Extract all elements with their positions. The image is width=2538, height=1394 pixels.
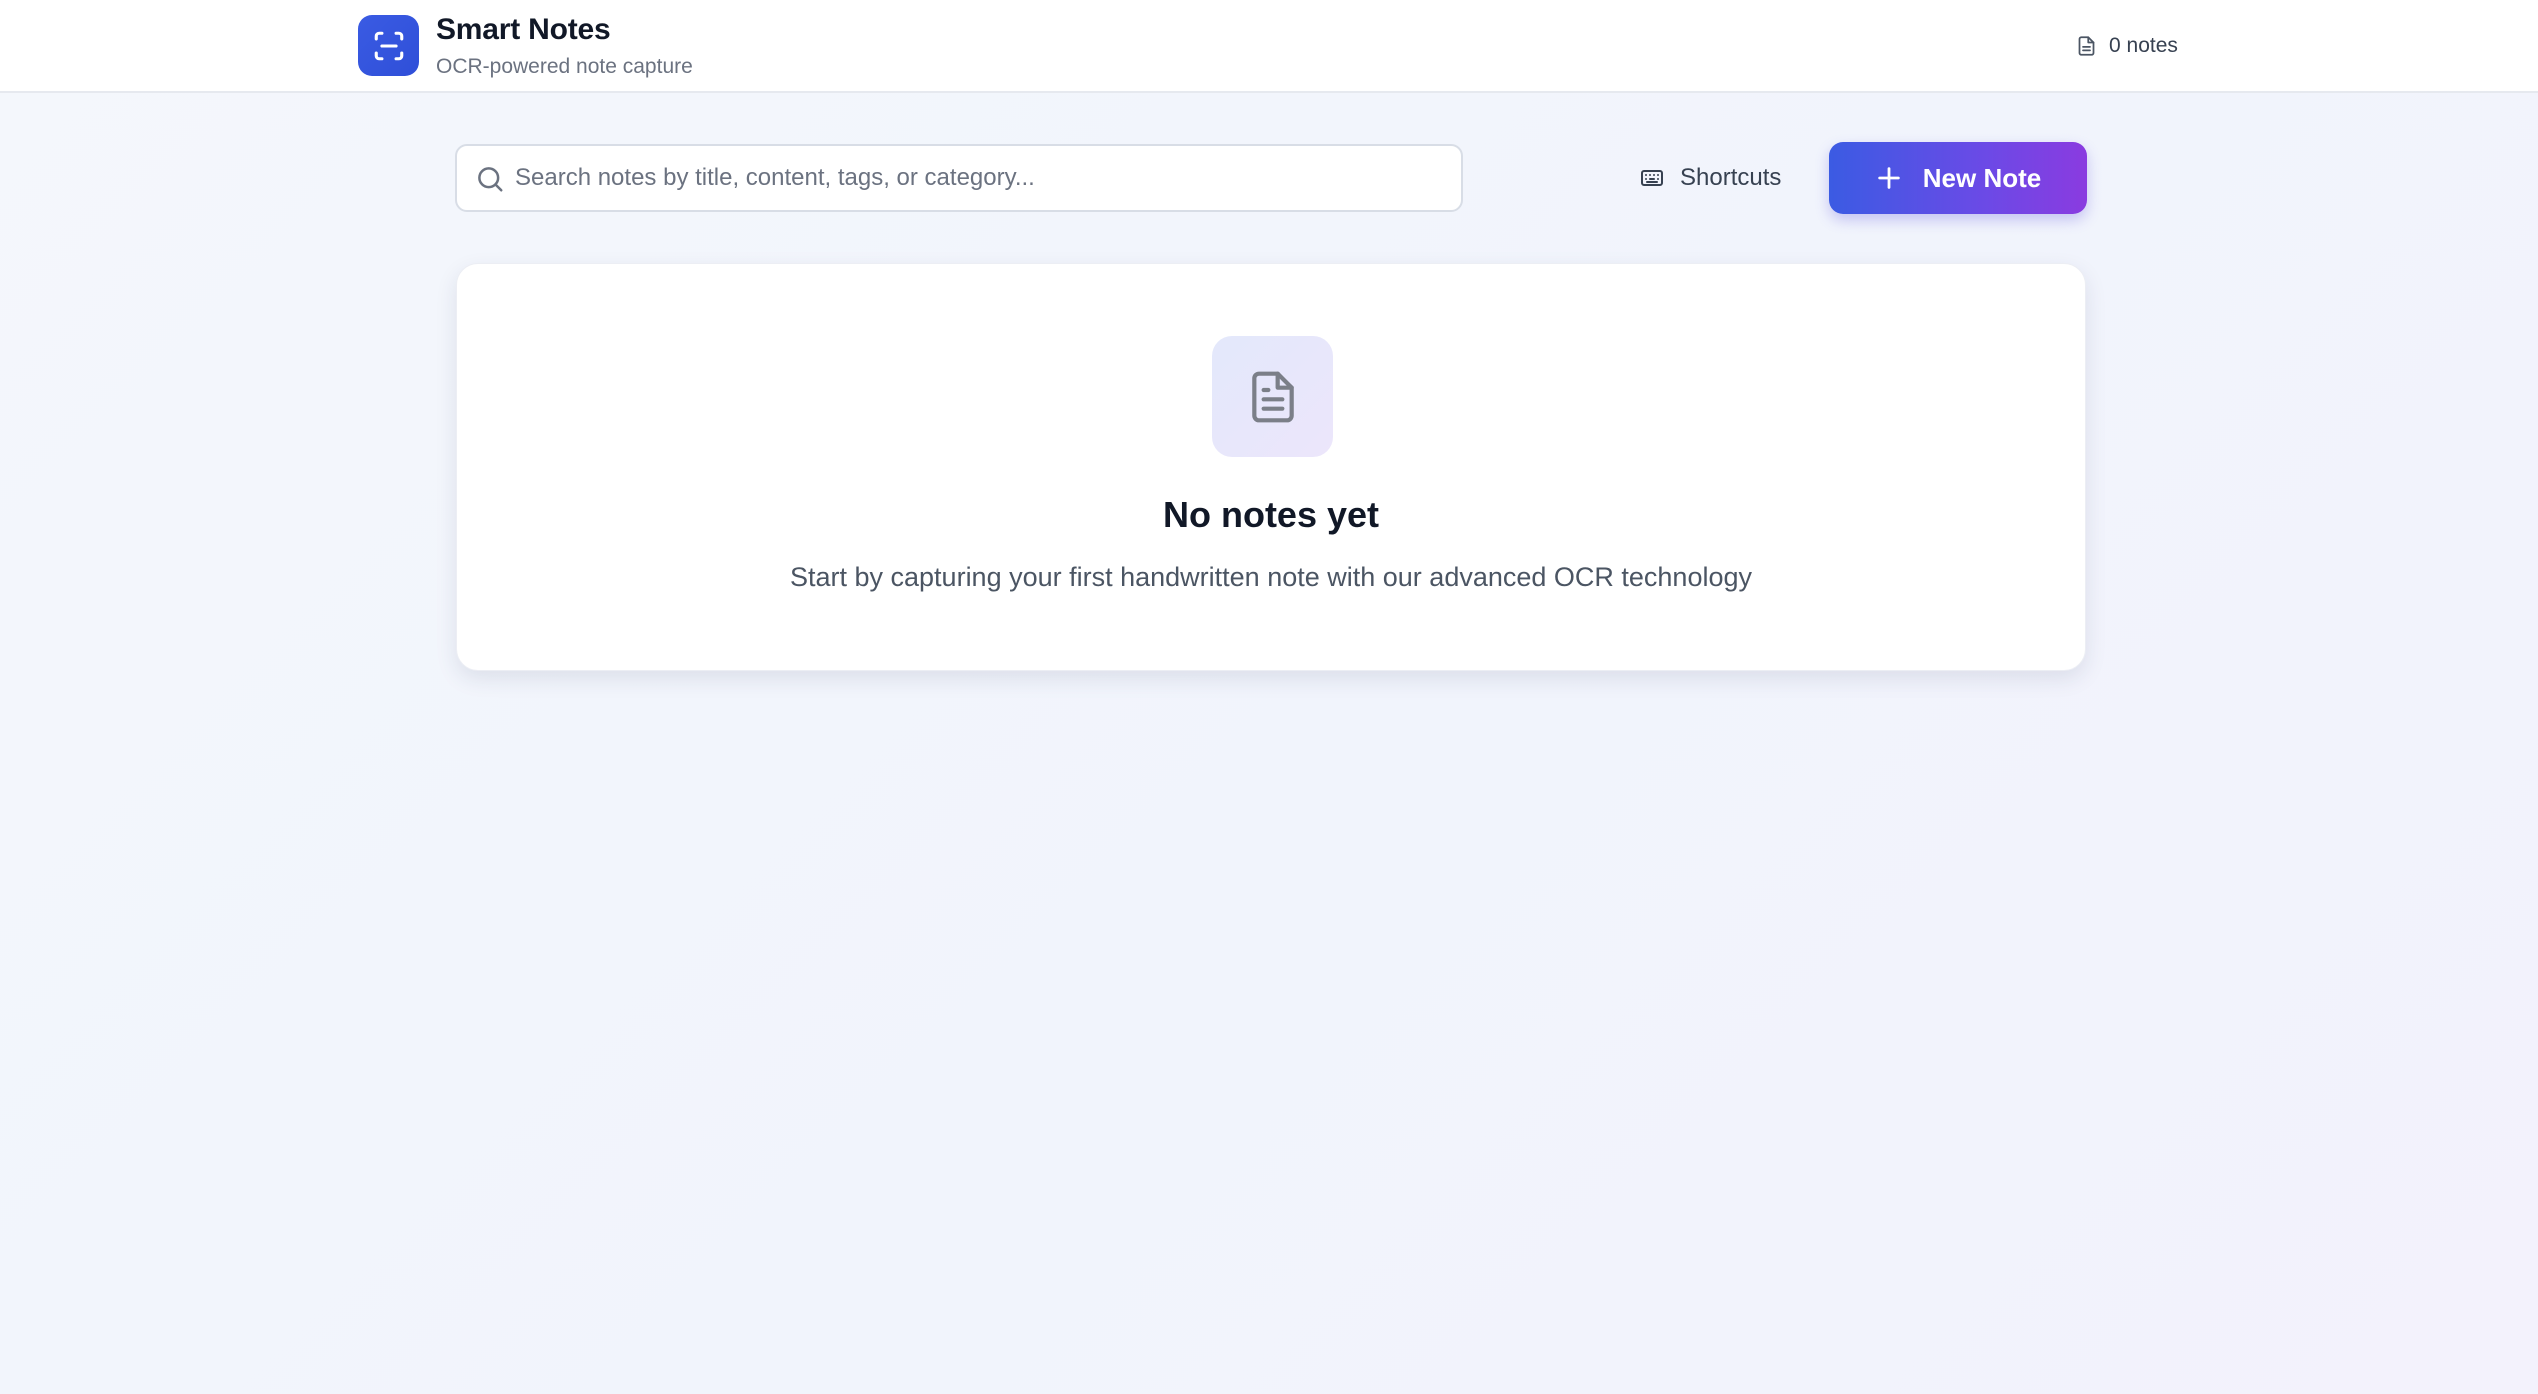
search-box[interactable] — [455, 144, 1463, 212]
search-icon — [478, 167, 503, 192]
shortcuts-label: Shortcuts — [1680, 164, 1782, 191]
scan-icon — [374, 31, 403, 60]
new-note-button[interactable]: New Note — [1829, 142, 2087, 214]
app-logo — [358, 15, 419, 76]
notes-count-label: 0 notes — [2109, 34, 2178, 57]
empty-state-title: No notes yet — [1162, 494, 1380, 535]
file-text-icon — [1251, 371, 1294, 422]
plus-icon — [1878, 167, 1900, 189]
empty-state-icon-tile — [1212, 336, 1333, 457]
app-subtitle: OCR-powered note capture — [436, 55, 693, 78]
app-header: Smart Notes OCR-powered note capture 0 n… — [0, 0, 2538, 93]
shortcuts-button[interactable]: Shortcuts — [1640, 152, 1781, 204]
search-input[interactable] — [515, 146, 1445, 210]
new-note-label: New Note — [1922, 162, 2042, 193]
app-title: Smart Notes — [436, 13, 611, 46]
empty-state-card: No notes yet Start by capturing your fir… — [456, 263, 2086, 671]
keyboard-icon — [1641, 170, 1663, 186]
empty-state-description: Start by capturing your first handwritte… — [789, 562, 1752, 592]
notes-count: 0 notes — [2076, 30, 2178, 62]
file-icon — [2078, 36, 2095, 56]
